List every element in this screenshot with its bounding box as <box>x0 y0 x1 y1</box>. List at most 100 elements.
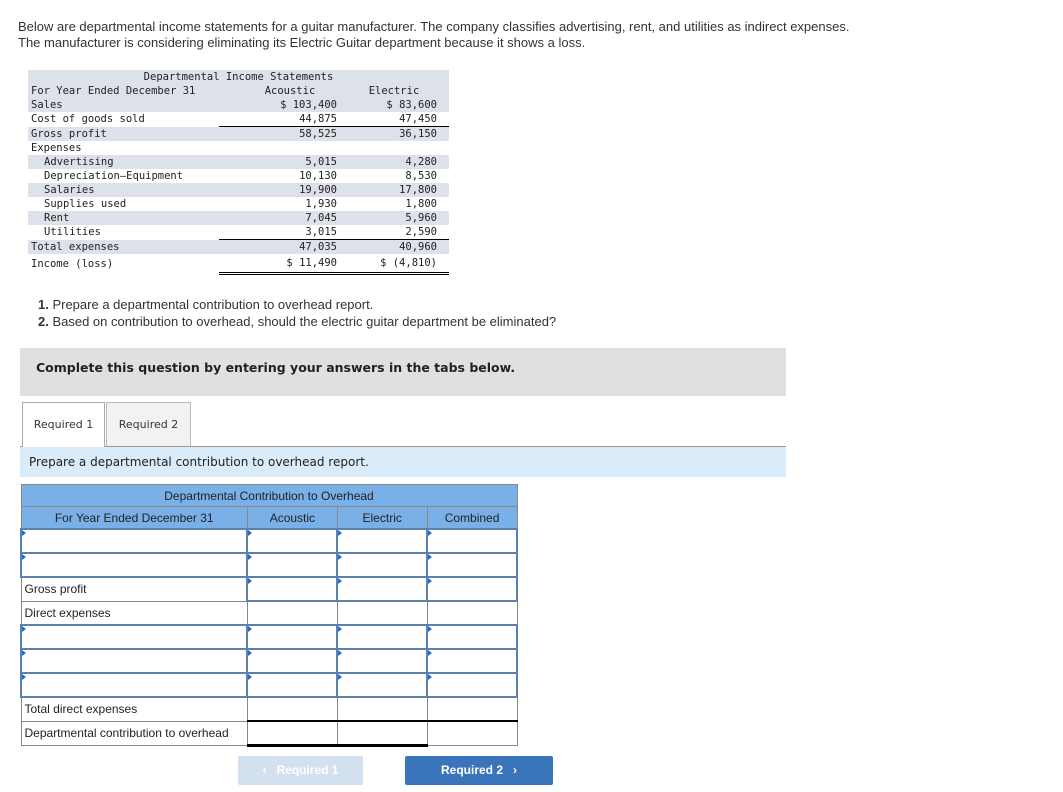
tab-required-2[interactable]: Required 2 <box>106 402 191 446</box>
table-row <box>19 552 518 578</box>
direct2-acoustic-cell <box>246 648 339 674</box>
table-row: Direct expenses <box>20 600 518 626</box>
input-marker-icon <box>338 650 343 656</box>
row1-combined-cell <box>426 528 518 554</box>
input-marker-icon <box>22 626 26 632</box>
gross-profit-combined-input[interactable] <box>428 579 516 599</box>
input-marker-icon <box>338 626 343 632</box>
direct3-combined-input[interactable] <box>428 675 516 695</box>
table-row: Departmental contribution to overhead <box>20 720 518 747</box>
question-list: 1. Prepare a departmental contribution t… <box>38 296 556 330</box>
direct3-acoustic-input[interactable] <box>248 675 337 695</box>
row1-electric-input[interactable] <box>338 531 427 551</box>
statement-row: Supplies used 1,930 1,800 <box>28 197 449 211</box>
row1-label-input[interactable] <box>22 531 247 551</box>
row-value-electric: 17,800 <box>337 183 449 197</box>
row-label: Income (loss) <box>31 257 114 270</box>
row2-acoustic-input[interactable] <box>248 555 337 575</box>
total-direct-electric-cell <box>336 696 428 722</box>
statement-col-acoustic: Acoustic <box>219 84 337 98</box>
row2-electric-input[interactable] <box>338 555 427 575</box>
next-required-button[interactable]: Required 2 › <box>405 756 553 785</box>
previous-required-button[interactable]: ‹ Required 1 <box>238 756 363 785</box>
row-value-electric: 8,530 <box>405 170 437 182</box>
problem-intro: Below are departmental income statements… <box>18 19 850 50</box>
row-value-electric: 36,150 <box>337 126 449 141</box>
row-value-acoustic: 19,900 <box>219 183 337 197</box>
direct1-electric-cell <box>336 624 429 650</box>
row-label: Salaries <box>28 183 219 197</box>
row-value-acoustic: 58,525 <box>219 126 337 141</box>
gross-profit-electric-input[interactable] <box>338 579 427 599</box>
table-row <box>19 648 518 674</box>
direct2-label-input[interactable] <box>22 651 247 671</box>
row-label: Cost of goods sold <box>31 113 145 126</box>
statement-row: Cost of goods sold 44,875 47,450 <box>28 112 449 127</box>
tab-required-1[interactable]: Required 1 <box>22 402 105 447</box>
table-row <box>19 528 518 554</box>
input-marker-icon <box>248 530 253 536</box>
total-direct-combined-cell <box>426 696 518 722</box>
statement-period: For Year Ended December 31 <box>28 84 219 98</box>
gross-profit-acoustic-cell <box>246 576 339 602</box>
chevron-right-icon: › <box>513 763 518 777</box>
direct2-acoustic-input[interactable] <box>248 651 337 671</box>
row-value-acoustic: 47,035 <box>219 239 337 254</box>
input-marker-icon <box>428 554 433 560</box>
contribution-combined-cell <box>426 720 518 746</box>
contribution-label: Departmental contribution to overhead <box>20 720 248 746</box>
row-value-electric: 40,960 <box>337 239 449 254</box>
statement-title: Departmental Income Statements <box>28 70 449 84</box>
direct1-acoustic-cell <box>246 624 339 650</box>
direct1-acoustic-input[interactable] <box>248 627 337 647</box>
row-value-electric: 4,280 <box>337 155 449 169</box>
gross-profit-acoustic-input[interactable] <box>248 579 337 599</box>
input-marker-icon <box>248 554 253 560</box>
row-value-acoustic: 44,875 <box>219 112 337 127</box>
direct3-label-input[interactable] <box>22 675 247 695</box>
direct2-combined-input[interactable] <box>428 651 516 671</box>
question-number: 1. <box>38 297 49 312</box>
direct1-combined-cell <box>426 624 518 650</box>
chevron-left-icon: ‹ <box>262 763 267 777</box>
row2-label-cell <box>19 552 249 578</box>
empty-cell <box>336 600 428 626</box>
direct1-combined-input[interactable] <box>428 627 516 647</box>
row-label: Expenses <box>31 142 82 154</box>
contribution-acoustic-cell <box>246 720 338 747</box>
row2-label-input[interactable] <box>22 555 247 575</box>
statement-row: Utilities 3,015 2,590 <box>28 225 449 240</box>
empty-cell <box>246 600 338 626</box>
row-value-electric: $ 83,600 <box>337 98 449 112</box>
direct1-label-input[interactable] <box>22 627 247 647</box>
question-text: Prepare a departmental contribution to o… <box>48 297 374 312</box>
question-number: 2. <box>38 314 49 329</box>
statement-row: Expenses <box>28 141 449 155</box>
row-value-acoustic: $ 103,400 <box>219 98 337 112</box>
row2-acoustic-cell <box>246 552 339 578</box>
statement-row: Advertising 5,015 4,280 <box>28 155 449 169</box>
report-header-electric: Electric <box>336 506 428 530</box>
row-label: Depreciation—Equipment <box>44 170 184 182</box>
row1-acoustic-input[interactable] <box>248 531 337 551</box>
direct3-electric-cell <box>336 672 429 698</box>
table-row: Gross profit <box>20 576 518 602</box>
instruction-banner: Complete this question by entering your … <box>20 348 786 396</box>
statement-row: Income (loss) $ 11,490 $ (4,810) <box>28 254 449 275</box>
input-marker-icon <box>248 626 253 632</box>
table-row: Total direct expenses <box>20 696 518 722</box>
direct3-electric-input[interactable] <box>338 675 427 695</box>
input-marker-icon <box>338 530 343 536</box>
statement-row: Gross profit 58,525 36,150 <box>28 126 449 141</box>
row-label: Gross profit <box>28 126 219 141</box>
instruction-text: Prepare a departmental contribution to o… <box>29 455 369 469</box>
row1-acoustic-cell <box>246 528 339 554</box>
direct2-electric-input[interactable] <box>338 651 427 671</box>
row-label: Advertising <box>28 155 219 169</box>
report-header-combined: Combined <box>426 506 518 530</box>
row2-combined-input[interactable] <box>428 555 516 575</box>
input-marker-icon <box>248 650 253 656</box>
row1-combined-input[interactable] <box>428 531 516 551</box>
input-marker-icon <box>22 530 26 536</box>
direct1-electric-input[interactable] <box>338 627 427 647</box>
